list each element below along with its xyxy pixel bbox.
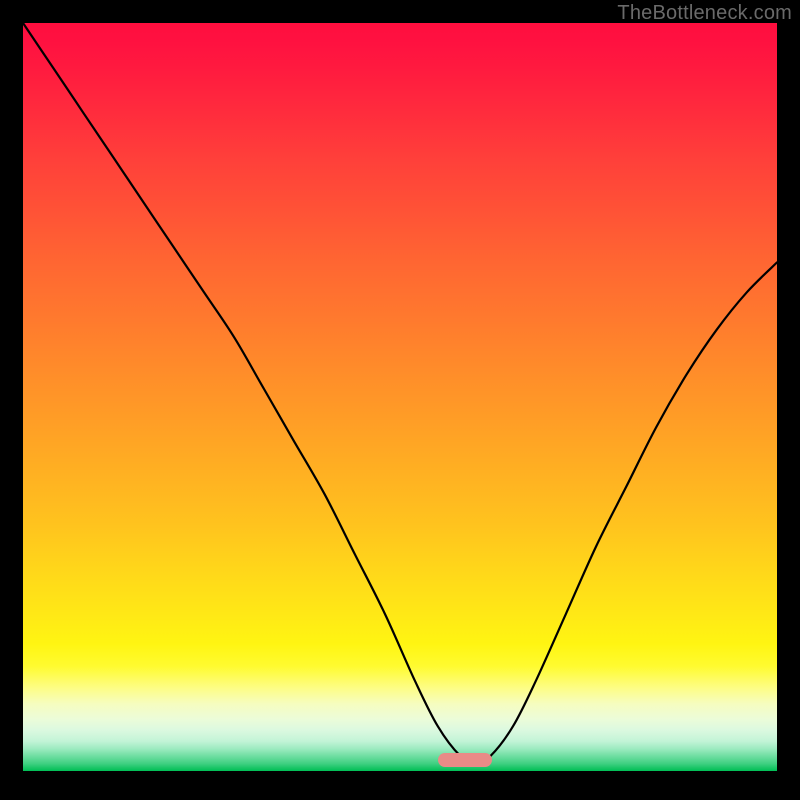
watermark-text: TheBottleneck.com <box>617 2 792 25</box>
plot-area <box>23 23 777 771</box>
optimal-range-marker <box>438 753 492 767</box>
bottleneck-curve <box>23 23 777 771</box>
chart-frame: TheBottleneck.com <box>0 0 800 800</box>
curve-path <box>23 23 777 764</box>
